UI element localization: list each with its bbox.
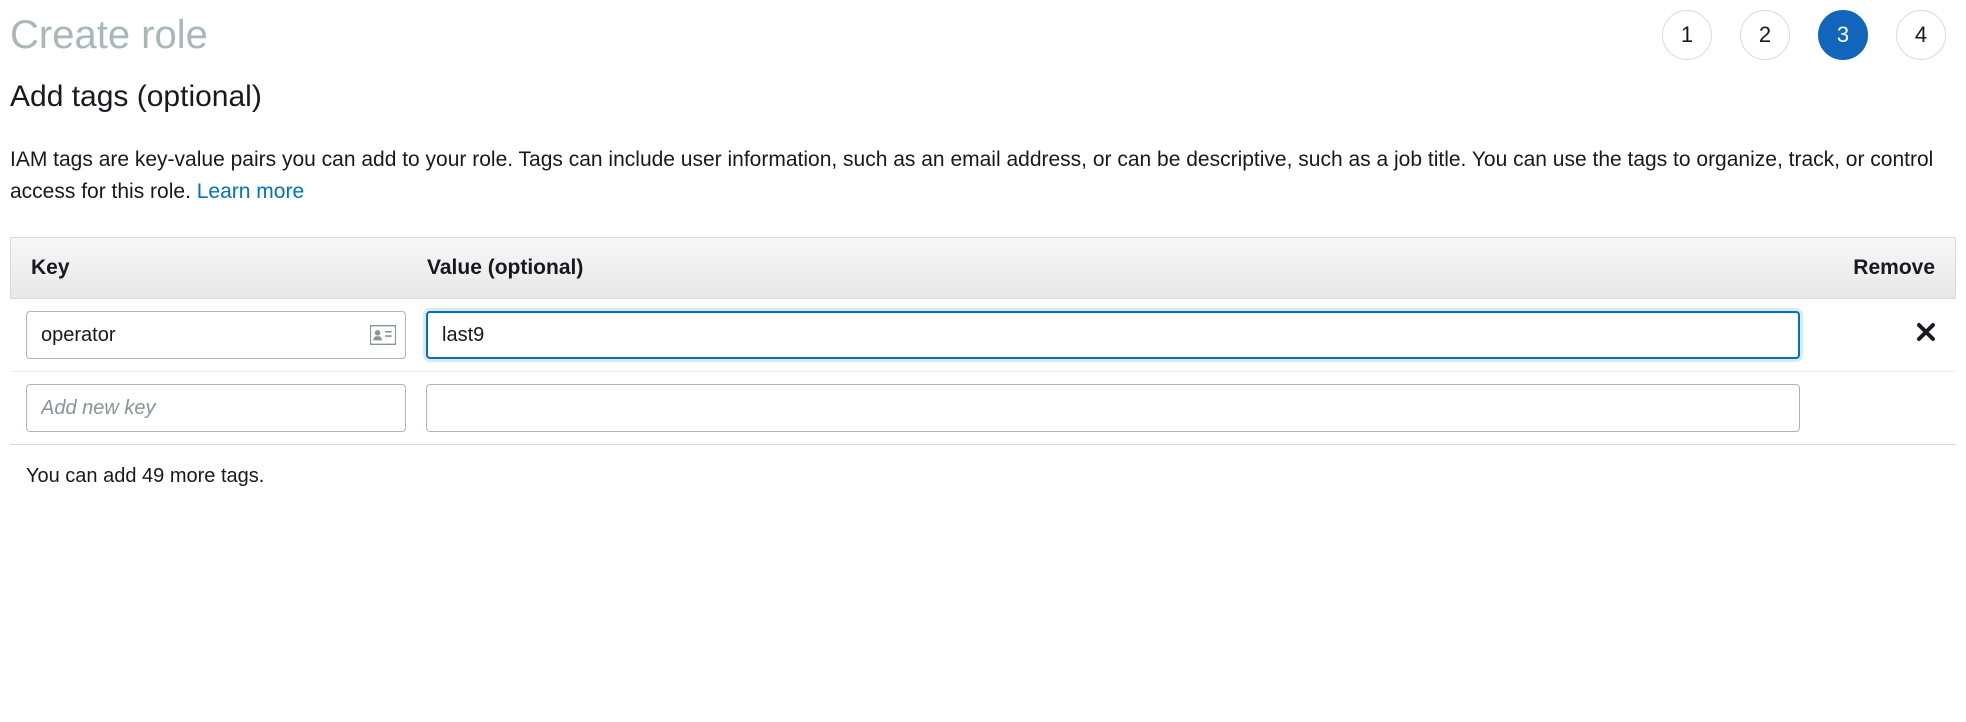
tag-value-input-new[interactable]	[426, 384, 1800, 432]
header-value: Value (optional)	[427, 256, 1819, 280]
tags-remaining-note: You can add 49 more tags.	[10, 445, 1956, 508]
step-3[interactable]: 3	[1818, 10, 1868, 60]
header-remove: Remove	[1819, 256, 1939, 280]
step-1[interactable]: 1	[1662, 10, 1712, 60]
section-description: IAM tags are key-value pairs you can add…	[10, 144, 1956, 207]
contact-card-icon	[370, 325, 396, 345]
tag-value-input[interactable]	[426, 311, 1800, 359]
tag-key-input-new[interactable]	[26, 384, 406, 432]
learn-more-link[interactable]: Learn more	[197, 180, 304, 203]
section-title: Add tags (optional)	[10, 80, 1956, 114]
remove-tag-button[interactable]	[1916, 321, 1936, 348]
page-title: Create role	[10, 13, 208, 58]
step-4[interactable]: 4	[1896, 10, 1946, 60]
wizard-stepper: 1 2 3 4	[1662, 10, 1956, 60]
tag-key-input[interactable]	[26, 311, 406, 359]
tag-row	[10, 372, 1956, 445]
tags-table: Key Value (optional) Remove	[10, 237, 1956, 445]
close-icon	[1916, 322, 1936, 342]
step-2[interactable]: 2	[1740, 10, 1790, 60]
table-header-row: Key Value (optional) Remove	[10, 237, 1956, 299]
tag-row	[10, 299, 1956, 372]
header-key: Key	[27, 256, 427, 280]
